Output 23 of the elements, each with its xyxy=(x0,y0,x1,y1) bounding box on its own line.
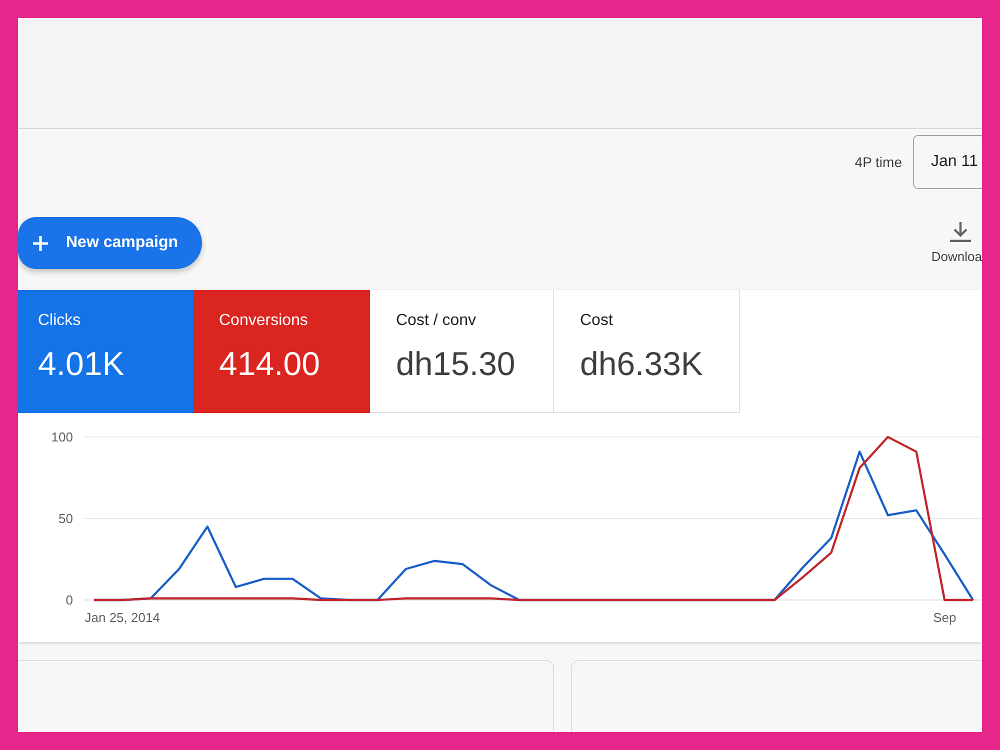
y-axis-label: 100 xyxy=(51,430,73,445)
plus-icon xyxy=(33,236,48,250)
new-campaign-button[interactable]: New campaign xyxy=(18,217,202,269)
metric-label: Conversions xyxy=(219,311,309,331)
metric-value: 414.00 xyxy=(219,345,321,383)
date-range-label: 4P time xyxy=(854,154,902,170)
metric-value: dh15.30 xyxy=(396,345,516,383)
metric-label: Cost / conv xyxy=(396,311,478,331)
x-axis-label: Jan 25, 2014 xyxy=(84,610,160,625)
download-icon xyxy=(950,222,972,242)
date-range-field[interactable]: Jan 11 xyxy=(913,135,982,189)
metric-value: dh6.33K xyxy=(580,345,704,383)
download-button[interactable]: Downloa xyxy=(931,222,982,264)
metric-value: 4.01K xyxy=(38,345,126,383)
metric-tile[interactable]: Cost / conv dh15.30 xyxy=(370,290,554,413)
metric-label: Clicks xyxy=(38,311,82,331)
metric-tile[interactable]: Cost dh6.33K xyxy=(554,290,740,413)
metric-tile[interactable]: Clicks 4.01K xyxy=(18,290,193,413)
y-axis-label: 50 xyxy=(58,511,73,526)
metric-tile[interactable]: Conversions 414.00 xyxy=(193,290,370,413)
metric-label: Cost xyxy=(580,311,614,331)
x-axis-label: Sep xyxy=(933,610,956,625)
y-axis-label: 0 xyxy=(66,592,73,608)
